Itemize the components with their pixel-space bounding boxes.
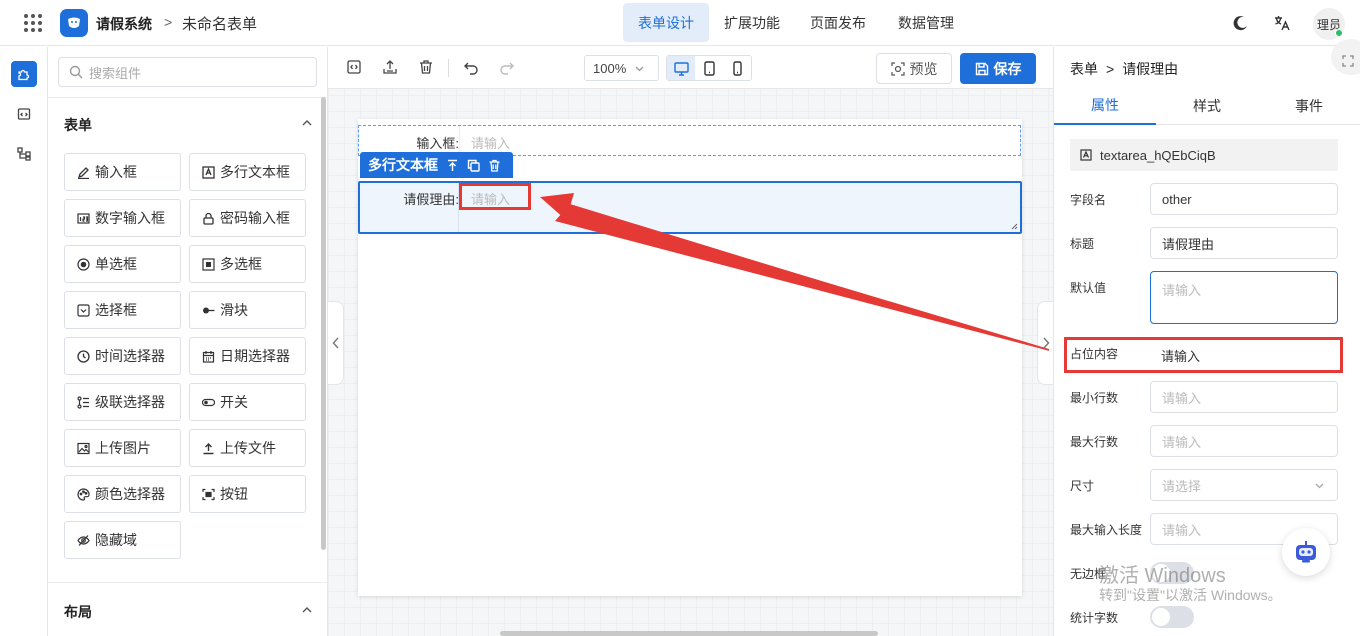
activation-watermark-text: 转到"设置"以激活 Windows。 (1099, 587, 1282, 603)
annotation-arrow (540, 193, 1050, 351)
activation-watermark-title: 激活 Windows (1099, 565, 1226, 587)
